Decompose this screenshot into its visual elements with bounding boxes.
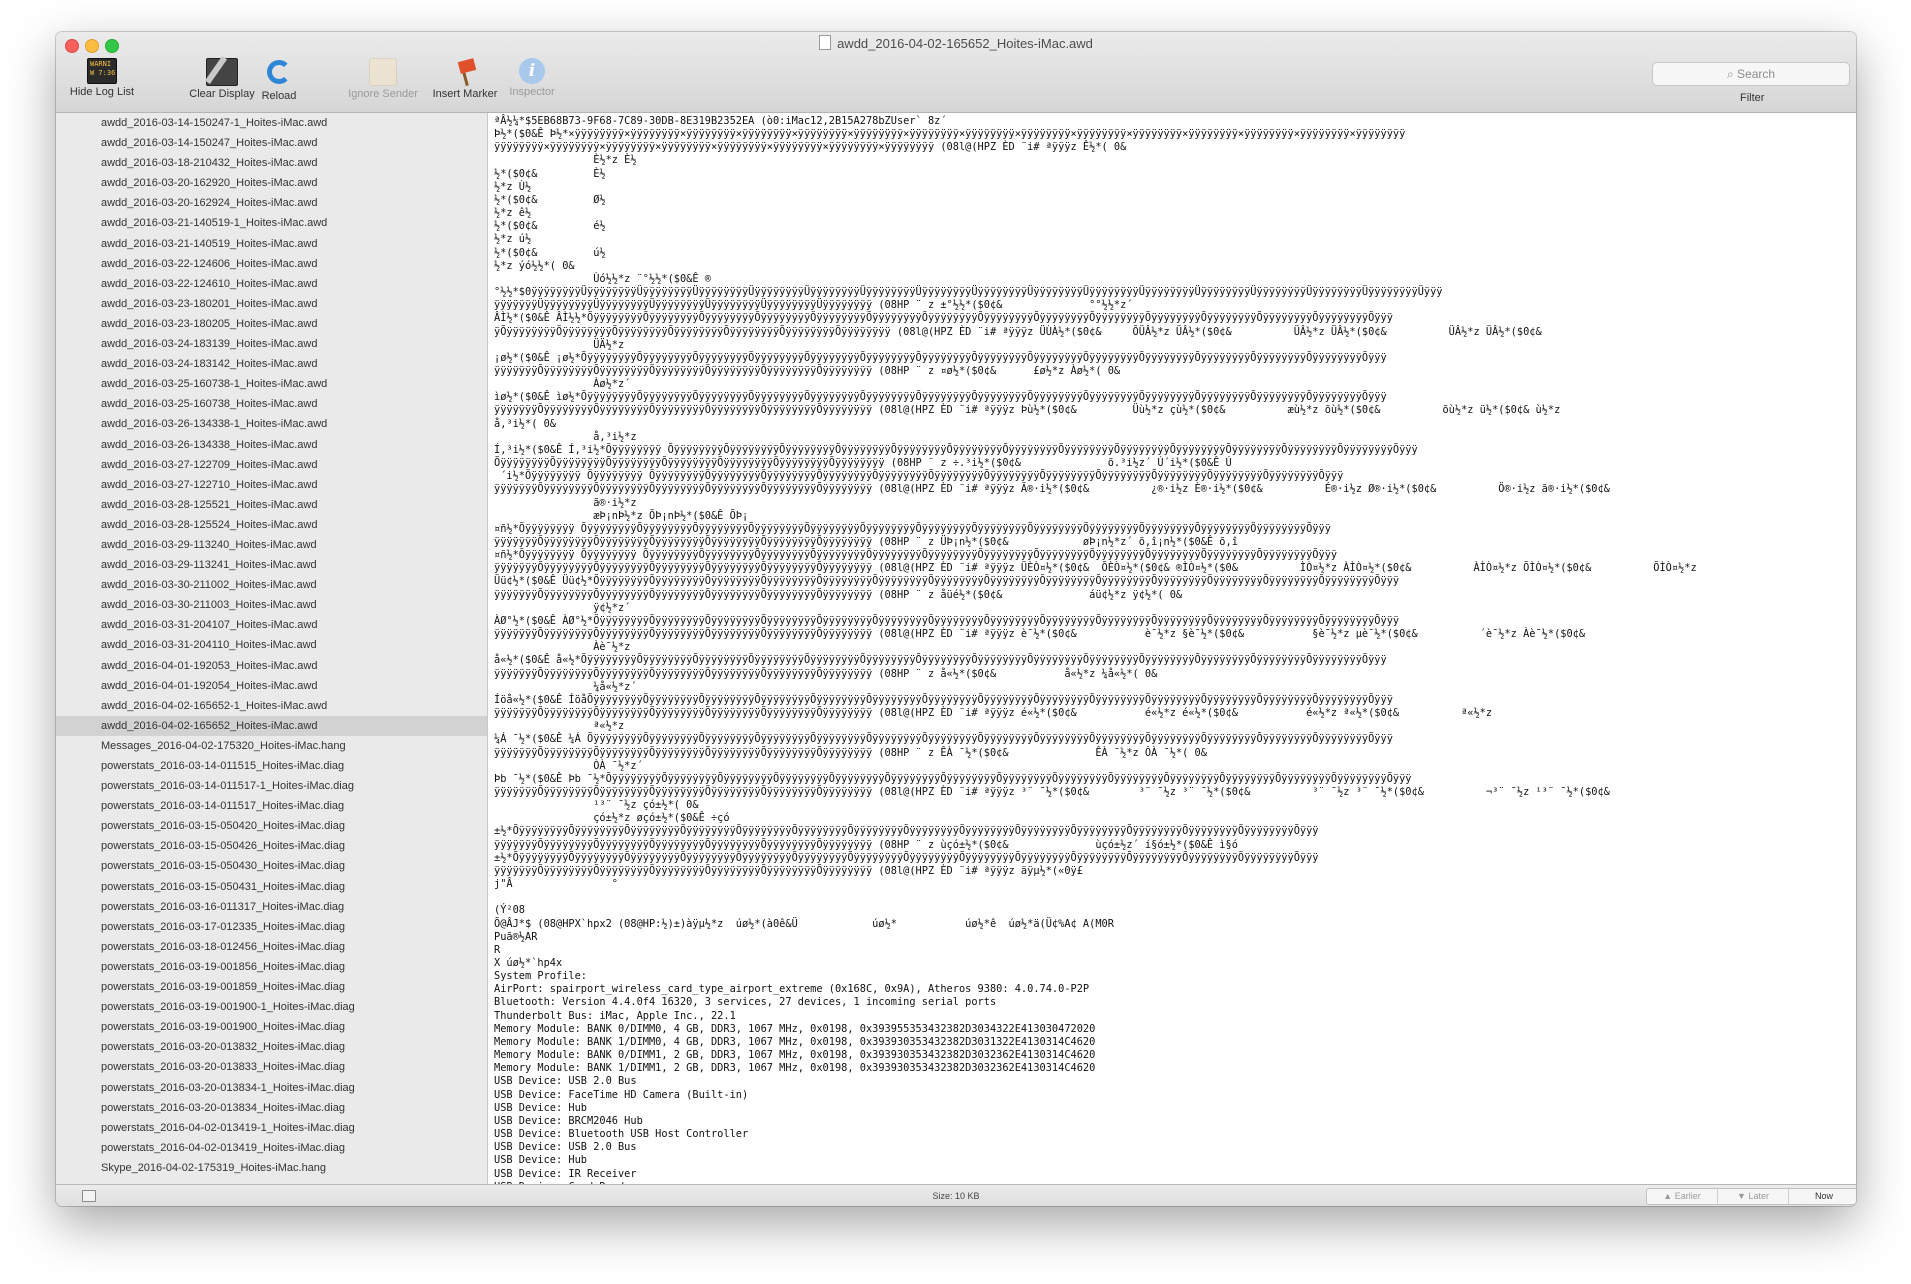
log-file-item[interactable]: awdd_2016-03-31-204107_Hoites-iMac.awd <box>56 615 487 635</box>
log-text: ªÂ½¼*$5EB68B73-9F68-7C89-30DB-8E319B2352… <box>494 115 1697 1184</box>
inspector-label: Inspector <box>509 86 555 98</box>
log-file-item[interactable]: powerstats_2016-03-19-001859_Hoites-iMac… <box>56 977 487 997</box>
inspector-button[interactable]: i Inspector <box>504 58 560 98</box>
log-content-pane[interactable]: ªÂ½¼*$5EB68B73-9F68-7C89-30DB-8E319B2352… <box>488 113 1856 1184</box>
clear-display-button[interactable]: Clear Display <box>184 58 260 100</box>
log-file-item[interactable]: awdd_2016-03-26-134338-1_Hoites-iMac.awd <box>56 414 487 434</box>
log-file-item[interactable]: awdd_2016-03-30-211003_Hoites-iMac.awd <box>56 595 487 615</box>
filter-label: Filter <box>1740 92 1765 104</box>
console-app-icon: WARNI W 7:36 <box>87 58 117 84</box>
ignore-sender-label: Ignore Sender <box>348 88 418 100</box>
log-file-item[interactable]: powerstats_2016-03-15-050430_Hoites-iMac… <box>56 856 487 876</box>
search-placeholder: Search <box>1737 67 1776 81</box>
log-file-item[interactable]: powerstats_2016-04-02-013419-1_Hoites-iM… <box>56 1118 487 1138</box>
status-bar: Size: 10 KB ▲ Earlier ▼ Later Now <box>56 1184 1856 1206</box>
ignore-sender-icon <box>369 58 397 86</box>
log-file-item[interactable]: awdd_2016-04-01-192053_Hoites-iMac.awd <box>56 656 487 676</box>
log-file-item[interactable]: awdd_2016-03-23-180201_Hoites-iMac.awd <box>56 294 487 314</box>
title-bar: awdd_2016-04-02-165652_Hoites-iMac.awd W… <box>56 32 1856 113</box>
log-file-item[interactable]: powerstats_2016-03-20-013832_Hoites-iMac… <box>56 1037 487 1057</box>
hide-log-list-button[interactable]: WARNI W 7:36 Hide Log List <box>66 58 138 98</box>
log-file-item[interactable]: awdd_2016-03-24-183142_Hoites-iMac.awd <box>56 354 487 374</box>
log-file-item[interactable]: awdd_2016-03-21-140519-1_Hoites-iMac.awd <box>56 213 487 233</box>
log-file-item[interactable]: awdd_2016-03-22-124606_Hoites-iMac.awd <box>56 254 487 274</box>
log-file-item[interactable]: awdd_2016-03-20-162920_Hoites-iMac.awd <box>56 173 487 193</box>
window-title: awdd_2016-04-02-165652_Hoites-iMac.awd <box>56 35 1856 51</box>
log-file-item[interactable]: awdd_2016-03-31-204110_Hoites-iMac.awd <box>56 635 487 655</box>
later-button[interactable]: ▼ Later <box>1718 1189 1789 1204</box>
log-file-item[interactable]: awdd_2016-03-30-211002_Hoites-iMac.awd <box>56 575 487 595</box>
reload-label: Reload <box>261 90 297 102</box>
log-file-item[interactable]: powerstats_2016-03-17-012335_Hoites-iMac… <box>56 917 487 937</box>
log-file-item[interactable]: awdd_2016-03-28-125521_Hoites-iMac.awd <box>56 495 487 515</box>
log-file-item[interactable]: powerstats_2016-03-14-011517-1_Hoites-iM… <box>56 776 487 796</box>
reload-icon <box>267 60 291 84</box>
reload-button[interactable]: Reload <box>256 58 302 102</box>
log-file-item[interactable]: awdd_2016-03-25-160738-1_Hoites-iMac.awd <box>56 374 487 394</box>
insert-marker-button[interactable]: Insert Marker <box>428 58 502 100</box>
log-file-item[interactable]: powerstats_2016-03-20-013834_Hoites-iMac… <box>56 1098 487 1118</box>
earlier-button[interactable]: ▲ Earlier <box>1647 1189 1718 1204</box>
file-size-label: Size: 10 KB <box>932 1191 980 1201</box>
log-file-item[interactable]: awdd_2016-03-18-210432_Hoites-iMac.awd <box>56 153 487 173</box>
log-file-item[interactable]: powerstats_2016-03-15-050431_Hoites-iMac… <box>56 877 487 897</box>
hide-log-list-label: Hide Log List <box>69 86 135 98</box>
console-window: awdd_2016-04-02-165652_Hoites-iMac.awd W… <box>56 32 1856 1206</box>
reload-icon-wrap <box>256 60 302 88</box>
now-button[interactable]: Now <box>1789 1189 1856 1204</box>
console-icon-text: WARNI W 7:36 <box>90 60 116 77</box>
search-input[interactable]: ⌕ Search <box>1652 62 1850 86</box>
window-title-text: awdd_2016-04-02-165652_Hoites-iMac.awd <box>837 36 1093 51</box>
log-file-item[interactable]: awdd_2016-03-20-162924_Hoites-iMac.awd <box>56 193 487 213</box>
insert-marker-label: Insert Marker <box>432 88 498 100</box>
log-file-item[interactable]: powerstats_2016-03-19-001900_Hoites-iMac… <box>56 1017 487 1037</box>
log-file-item[interactable]: powerstats_2016-03-14-011517_Hoites-iMac… <box>56 796 487 816</box>
log-file-item[interactable]: powerstats_2016-03-19-001900-1_Hoites-iM… <box>56 997 487 1017</box>
log-file-item[interactable]: awdd_2016-03-27-122709_Hoites-iMac.awd <box>56 455 487 475</box>
log-file-item[interactable]: awdd_2016-03-29-113240_Hoites-iMac.awd <box>56 535 487 555</box>
log-file-item[interactable]: awdd_2016-03-26-134338_Hoites-iMac.awd <box>56 435 487 455</box>
log-file-item[interactable]: Skype_2016-04-02-175319_Hoites-iMac.hang <box>56 1158 487 1178</box>
log-file-item[interactable]: powerstats_2016-03-20-013834-1_Hoites-iM… <box>56 1078 487 1098</box>
clear-display-label: Clear Display <box>189 88 255 100</box>
log-file-item[interactable]: awdd_2016-04-01-192054_Hoites-iMac.awd <box>56 676 487 696</box>
log-file-item[interactable]: awdd_2016-03-22-124610_Hoites-iMac.awd <box>56 274 487 294</box>
log-file-item[interactable]: powerstats_2016-03-14-011515_Hoites-iMac… <box>56 756 487 776</box>
log-file-item[interactable]: awdd_2016-03-21-140519_Hoites-iMac.awd <box>56 234 487 254</box>
log-file-item[interactable]: awdd_2016-03-23-180205_Hoites-iMac.awd <box>56 314 487 334</box>
log-file-item[interactable]: powerstats_2016-03-16-011317_Hoites-iMac… <box>56 897 487 917</box>
log-list-sidebar[interactable]: awdd_2016-03-14-150247-1_Hoites-iMac.awd… <box>56 113 488 1184</box>
log-file-item[interactable]: Messages_2016-04-02-175320_Hoites-iMac.h… <box>56 736 487 756</box>
log-file-item[interactable]: powerstats_2016-03-15-050420_Hoites-iMac… <box>56 816 487 836</box>
clear-display-icon <box>206 58 238 86</box>
log-file-item[interactable]: powerstats_2016-03-20-013833_Hoites-iMac… <box>56 1057 487 1077</box>
flag-icon <box>451 58 479 87</box>
document-icon <box>819 35 832 50</box>
log-file-item[interactable]: awdd_2016-04-02-165652_Hoites-iMac.awd <box>56 715 487 736</box>
log-file-item[interactable]: powerstats_2016-03-18-012456_Hoites-iMac… <box>56 937 487 957</box>
log-file-item[interactable]: awdd_2016-03-29-113241_Hoites-iMac.awd <box>56 555 487 575</box>
ignore-sender-button[interactable]: Ignore Sender <box>344 58 422 100</box>
log-file-item[interactable]: awdd_2016-04-02-165652-1_Hoites-iMac.awd <box>56 696 487 716</box>
log-file-item[interactable]: powerstats_2016-03-15-050426_Hoites-iMac… <box>56 836 487 856</box>
search-icon: ⌕ <box>1726 67 1734 81</box>
log-file-list: awdd_2016-03-14-150247-1_Hoites-iMac.awd… <box>56 113 487 1178</box>
log-file-item[interactable]: awdd_2016-03-25-160738_Hoites-iMac.awd <box>56 394 487 414</box>
log-file-item[interactable]: awdd_2016-03-14-150247_Hoites-iMac.awd <box>56 133 487 153</box>
log-file-item[interactable]: awdd_2016-03-27-122710_Hoites-iMac.awd <box>56 475 487 495</box>
log-file-item[interactable]: awdd_2016-03-14-150247-1_Hoites-iMac.awd <box>56 113 487 133</box>
info-icon: i <box>519 58 545 84</box>
navigation-segmented-control: ▲ Earlier ▼ Later Now <box>1646 1188 1856 1205</box>
log-file-item[interactable]: powerstats_2016-03-19-001856_Hoites-iMac… <box>56 957 487 977</box>
log-file-item[interactable]: powerstats_2016-04-02-013419_Hoites-iMac… <box>56 1138 487 1158</box>
log-file-item[interactable]: awdd_2016-03-24-183139_Hoites-iMac.awd <box>56 334 487 354</box>
log-file-item[interactable]: awdd_2016-03-28-125524_Hoites-iMac.awd <box>56 515 487 535</box>
